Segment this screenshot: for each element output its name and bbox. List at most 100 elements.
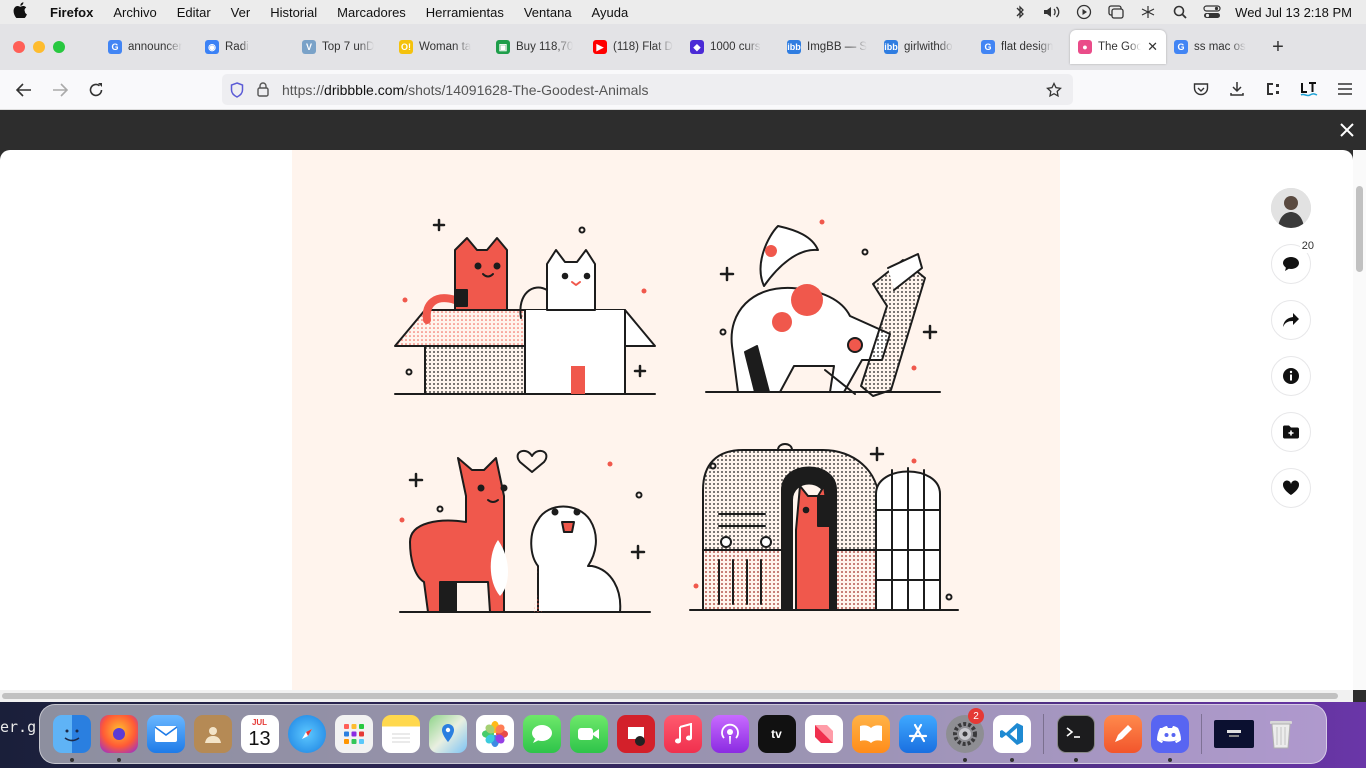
- search-icon[interactable]: [1171, 4, 1189, 20]
- dock-finder[interactable]: [48, 704, 95, 764]
- close-window-button[interactable]: [13, 41, 25, 53]
- bluetooth-icon[interactable]: [1011, 4, 1029, 20]
- menu-ayuda[interactable]: Ayuda: [582, 5, 639, 20]
- dock-mail[interactable]: [142, 704, 189, 764]
- tab-favicon-icon: ●: [1078, 40, 1092, 54]
- comments-button[interactable]: 20: [1271, 239, 1316, 284]
- designer-avatar[interactable]: [1271, 188, 1311, 228]
- url-domain: dribbble.com: [324, 81, 405, 98]
- menu-bar-clock[interactable]: Wed Jul 13 2:18 PM: [1235, 5, 1352, 20]
- tab[interactable]: Gflat design: [973, 30, 1070, 64]
- url-text[interactable]: https://dribbble.com/shots/14091628-The-…: [274, 82, 1039, 98]
- dock-contacts[interactable]: [189, 704, 236, 764]
- dock-messages[interactable]: [518, 704, 565, 764]
- finder-icon: [52, 715, 91, 753]
- dock-firefox[interactable]: [95, 704, 142, 764]
- tracking-protection-shield-icon[interactable]: [222, 81, 252, 98]
- tab[interactable]: ▣ Buy 118,70: [488, 30, 585, 64]
- share-button[interactable]: [1271, 300, 1311, 340]
- now-playing-icon[interactable]: [1075, 4, 1093, 20]
- address-bar[interactable]: https://dribbble.com/shots/14091628-The-…: [222, 74, 1073, 105]
- tab-favicon-icon: G: [981, 40, 995, 54]
- horizontal-scrollbar[interactable]: [0, 690, 1353, 702]
- like-button[interactable]: [1271, 468, 1311, 508]
- dock-discord[interactable]: [1146, 704, 1193, 764]
- dock-vscode[interactable]: [988, 704, 1035, 764]
- menu-historial[interactable]: Historial: [260, 5, 327, 20]
- app-menu-icon[interactable]: [1334, 76, 1356, 102]
- dock-app-store[interactable]: [894, 704, 941, 764]
- lock-icon[interactable]: [252, 82, 274, 97]
- tab[interactable]: V Top 7 unD: [294, 30, 391, 64]
- dock-launchpad[interactable]: [330, 704, 377, 764]
- info-icon: [1283, 368, 1299, 384]
- horizontal-scrollbar-thumb[interactable]: [2, 693, 1338, 699]
- heart-icon: [1282, 480, 1300, 495]
- dock-books[interactable]: [847, 704, 894, 764]
- menu-ventana[interactable]: Ventana: [514, 5, 582, 20]
- news-icon: [804, 715, 843, 753]
- dock-apple-tv[interactable]: tv: [753, 704, 800, 764]
- downloads-icon[interactable]: [1226, 76, 1248, 102]
- tab[interactable]: ibb girlwithdo: [876, 30, 973, 64]
- vertical-scrollbar[interactable]: [1353, 150, 1366, 690]
- menu-ver[interactable]: Ver: [221, 5, 261, 20]
- dock-terminal[interactable]: [1052, 704, 1099, 764]
- dock-news[interactable]: [800, 704, 847, 764]
- tab[interactable]: ◆ 1000 curs: [682, 30, 779, 64]
- dock-calendar[interactable]: JUL 13: [236, 704, 283, 764]
- zoom-window-button[interactable]: [53, 41, 65, 53]
- forward-button[interactable]: [42, 75, 78, 105]
- minimize-window-button[interactable]: [33, 41, 45, 53]
- dock-facetime[interactable]: [565, 704, 612, 764]
- dock-photo-booth[interactable]: [612, 704, 659, 764]
- dock-pen-app[interactable]: [1099, 704, 1146, 764]
- dock-maps[interactable]: [424, 704, 471, 764]
- menu-marcadores[interactable]: Marcadores: [327, 5, 416, 20]
- tab-active[interactable]: ● The Goo ✕: [1070, 30, 1166, 64]
- back-button[interactable]: [6, 75, 42, 105]
- tab[interactable]: Gannouncer: [100, 30, 197, 64]
- screen-mirroring-icon[interactable]: [1107, 4, 1125, 20]
- vertical-scrollbar-thumb[interactable]: [1356, 186, 1363, 272]
- tab-favicon-icon: G: [1174, 40, 1188, 54]
- reload-button[interactable]: [78, 75, 114, 105]
- close-shot-overlay-icon[interactable]: [1340, 120, 1354, 143]
- dock-music[interactable]: [659, 704, 706, 764]
- dock-notes[interactable]: [377, 704, 424, 764]
- menu-app-name[interactable]: Firefox: [40, 5, 103, 20]
- tab-favicon-icon: ibb: [787, 40, 801, 54]
- apple-menu-icon[interactable]: [0, 2, 40, 22]
- tab[interactable]: ▶ (118) Flat D: [585, 30, 682, 64]
- network-icon[interactable]: [1139, 4, 1157, 20]
- dock-photos[interactable]: [471, 704, 518, 764]
- menu-archivo[interactable]: Archivo: [103, 5, 166, 20]
- tab-favicon-icon: ◉: [205, 40, 219, 54]
- tab[interactable]: ibb ImgBB — S: [779, 30, 876, 64]
- running-indicator: [69, 758, 74, 762]
- save-to-collection-button[interactable]: [1271, 412, 1311, 452]
- extension-lt-icon[interactable]: [1298, 76, 1320, 102]
- safari-icon: [287, 715, 326, 753]
- pocket-icon[interactable]: [1190, 76, 1212, 102]
- new-tab-button[interactable]: +: [1263, 36, 1293, 59]
- tab-label: Top 7 unD: [322, 41, 375, 53]
- tab[interactable]: O! Woman ta: [391, 30, 488, 64]
- tab[interactable]: Gss mac os: [1166, 30, 1263, 64]
- bookmark-star-icon[interactable]: [1039, 81, 1069, 98]
- tab-label: Woman ta: [419, 41, 472, 53]
- dock-minimized-window[interactable]: [1210, 704, 1257, 764]
- tab-label: ImgBB — S: [807, 41, 868, 53]
- extension-c-icon[interactable]: [1262, 76, 1284, 102]
- volume-icon[interactable]: [1043, 4, 1061, 20]
- dock-trash[interactable]: [1257, 704, 1304, 764]
- menu-herramientas[interactable]: Herramientas: [416, 5, 514, 20]
- dock-system-preferences[interactable]: 2: [941, 704, 988, 764]
- menu-editar[interactable]: Editar: [167, 5, 221, 20]
- dock-safari[interactable]: [283, 704, 330, 764]
- dock-podcasts[interactable]: [706, 704, 753, 764]
- close-tab-icon[interactable]: ✕: [1147, 39, 1158, 55]
- tab[interactable]: ◉ Radi: [197, 30, 294, 64]
- control-center-icon[interactable]: [1203, 4, 1221, 20]
- details-button[interactable]: [1271, 356, 1311, 396]
